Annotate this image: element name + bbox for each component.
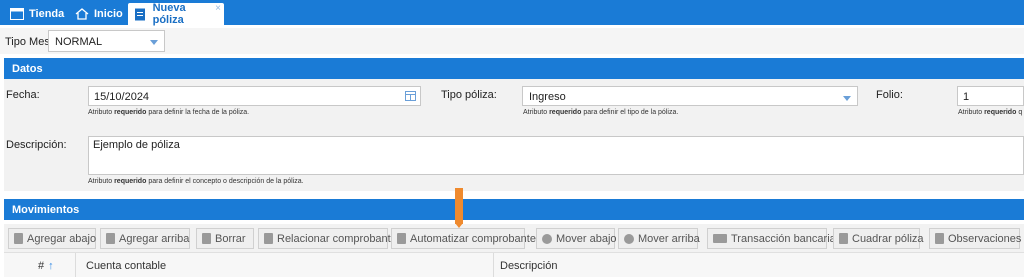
datos-form: Fecha: 15/10/2024 Atributo requerido par… (4, 79, 1024, 191)
trash-icon (202, 233, 211, 244)
descripcion-hint: Atributo requerido para definir el conce… (88, 178, 304, 185)
cuadrar-poliza-button[interactable]: Cuadrar póliza (833, 228, 924, 249)
tipo-poliza-label: Tipo póliza: (441, 89, 497, 101)
movimientos-toolbar: Agregar abajo Agregar arriba Borrar Rela… (4, 224, 1024, 252)
automatizar-comprobante-button[interactable]: Automatizar comprobante (391, 228, 536, 249)
bank-card-icon (713, 234, 727, 243)
window-icon (10, 8, 24, 20)
transaccion-bancaria-button[interactable]: Transacción bancaria (707, 228, 836, 249)
tab-label: Inicio (94, 8, 123, 20)
balance-icon (839, 233, 848, 244)
sort-up-icon[interactable]: ↑ (48, 260, 54, 272)
tipo-mes-select[interactable]: NORMAL (48, 30, 165, 52)
fecha-value: 15/10/2024 (94, 91, 150, 103)
observaciones-button[interactable]: Observaciones (929, 228, 1021, 249)
agregar-abajo-button[interactable]: Agregar abajo (8, 228, 96, 249)
close-icon[interactable]: × (215, 3, 221, 14)
chevron-down-icon (843, 96, 851, 101)
tab-inicio[interactable]: Inicio (69, 3, 125, 25)
fecha-hint: Atributo requerido para definir la fecha… (88, 109, 250, 116)
column-cuenta-contable[interactable]: Cuenta contable (76, 253, 494, 277)
add-above-icon (106, 233, 115, 244)
agregar-arriba-button[interactable]: Agregar arriba (100, 228, 190, 249)
tab-bar: Tienda Inicio Nueva póliza × (0, 0, 1024, 26)
column-number[interactable]: # ↑ (4, 253, 76, 277)
calendar-icon[interactable] (405, 91, 416, 101)
link-document-icon (264, 233, 273, 244)
folio-input[interactable]: 1 (957, 86, 1024, 106)
mover-arriba-button[interactable]: Mover arriba (618, 228, 700, 249)
tab-label: Nueva póliza (152, 2, 186, 26)
tipo-mes-value: NORMAL (55, 36, 103, 48)
automate-document-icon (397, 233, 406, 244)
notes-icon (935, 233, 944, 244)
fecha-label: Fecha: (6, 89, 40, 101)
movimientos-header: Movimientos (4, 199, 1024, 220)
mover-abajo-button[interactable]: Mover abajo (536, 228, 617, 249)
folio-value: 1 (963, 91, 970, 103)
column-descripcion[interactable]: Descripción (494, 253, 1024, 277)
pointer-marker (455, 188, 463, 228)
borrar-button[interactable]: Borrar (196, 228, 254, 249)
document-icon (134, 8, 148, 21)
tipo-poliza-value: Ingreso (529, 91, 566, 103)
fecha-input[interactable]: 15/10/2024 (88, 86, 421, 106)
tipo-poliza-select[interactable]: Ingreso (522, 86, 858, 106)
chevron-down-icon (150, 40, 158, 45)
tipo-mes-row: Tipo Mes NORMAL (0, 28, 1024, 54)
folio-hint: Atributo requerido q (958, 109, 1023, 116)
home-icon (75, 8, 89, 20)
descripcion-value: Ejemplo de póliza (93, 139, 180, 151)
movimientos-grid-header: # ↑ Cuenta contable Descripción (4, 252, 1024, 277)
tab-label: Tienda (29, 8, 65, 20)
tab-nueva-poliza[interactable]: Nueva póliza × (128, 2, 224, 26)
relacionar-comprobante-button[interactable]: Relacionar comprobante (258, 228, 397, 249)
tab-tienda[interactable]: Tienda (4, 3, 66, 25)
folio-label: Folio: (876, 89, 903, 101)
add-below-icon (14, 233, 23, 244)
descripcion-label: Descripción: (6, 139, 67, 151)
datos-header: Datos (4, 58, 1024, 79)
arrow-up-icon (624, 233, 634, 244)
descripcion-textarea[interactable]: Ejemplo de póliza (88, 136, 1024, 175)
arrow-down-icon (542, 233, 552, 244)
tipo-mes-label: Tipo Mes (5, 36, 50, 48)
tipo-poliza-hint: Atributo requerido para definir el tipo … (523, 109, 679, 116)
